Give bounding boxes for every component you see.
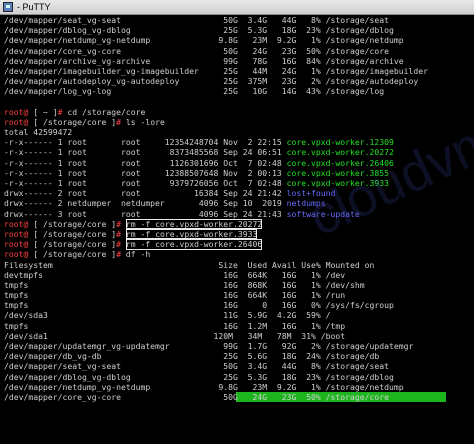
- ls-row: -r-x------ 1 root root 8373485568 Sep 24…: [0, 147, 474, 157]
- prompt-user: root@: [4, 218, 29, 229]
- prompt-hash: #: [57, 106, 68, 117]
- df-row: /dev/mapper/core_vg-core 50G 24G 23G 50%…: [4, 45, 389, 56]
- ls-dirname: software-update: [286, 208, 360, 219]
- prompt-path: [ /storage/core ]: [28, 239, 117, 250]
- df-row: /dev/mapper/imagebuilder_vg-imagebuilder…: [4, 65, 428, 76]
- prompt-path: [ /storage/core ]: [28, 228, 117, 239]
- df-output-top: /dev/mapper/seat_vg-seat 50G 3.4G 44G 8%…: [0, 15, 474, 97]
- prompt-user: root@: [4, 249, 29, 260]
- df-output-bottom: devtmpfs 16G 664K 16G 1% /dev tmpfs 16G …: [0, 269, 474, 403]
- ls-row: -r-x------ 1 root root 12388507648 Nov 2…: [0, 168, 474, 178]
- ls-filename: core.vpxd-worker.3933: [286, 178, 389, 188]
- df-row: /dev/mapper/updatemgr_vg-updatemgr 99G 1…: [4, 341, 414, 351]
- prompt-rm: root@ [ /storage/core ]# rm -f core.vpxd…: [0, 228, 474, 239]
- df-row: tmpfs 16G 0 16G 0% /sys/fs/cgroup: [4, 300, 394, 311]
- ls-filename: core.vpxd-worker.26406: [286, 157, 394, 168]
- df-row: /dev/mapper/netdump_vg-netdump 9.8G 23M …: [4, 35, 404, 46]
- window-titlebar[interactable]: - PuTTY: [0, 0, 474, 15]
- ls-row: drwx------ 2 root root 16384 Sep 24 21:4…: [0, 188, 474, 198]
- ls-row: -r-x------ 1 root root 12354248704 Nov 2…: [0, 137, 474, 147]
- df-row: tmpfs 16G 1.2M 16G 1% /tmp: [4, 320, 346, 331]
- df-row: /dev/mapper/dblog_vg-dblog 25G 5.3G 18G …: [4, 371, 394, 382]
- ls-row: -r-x------ 1 root root 1126301696 Oct 7 …: [0, 158, 474, 168]
- prompt-hash: #: [116, 249, 126, 260]
- df-row: tmpfs 16G 868K 16G 1% /dev/shm: [4, 279, 365, 290]
- df-row: /dev/mapper/log_vg-log 25G 10G 14G 43% /…: [4, 86, 385, 97]
- ls-filename: core.vpxd-worker.3855: [286, 167, 389, 178]
- ls-meta: -r-x------ 1 root root 1126301696 Oct 7 …: [4, 157, 287, 168]
- df-row: /dev/mapper/db_vg-db 25G 5.6G 18G 24% /s…: [4, 351, 380, 362]
- ls-listing: -r-x------ 1 root root 12354248704 Nov 2…: [0, 137, 474, 219]
- ls-meta: drwx------ 2 netdumper netdumper 4096 Se…: [4, 198, 287, 209]
- df-row: devtmpfs 16G 664K 16G 1% /dev: [4, 269, 346, 280]
- terminal-area[interactable]: cloudvmkb /dev/mapper/seat_vg-seat 50G 3…: [0, 15, 474, 444]
- ls-meta: drwx------ 2 root root 16384 Sep 24 21:4…: [4, 188, 287, 199]
- ls-meta: -r-x------ 1 root root 8373485568 Sep 24…: [4, 147, 287, 158]
- putty-app-icon: [3, 2, 13, 12]
- ls-meta: -r-x------ 1 root root 12388507648 Nov 2…: [4, 167, 287, 178]
- prompt-cd: root@ [ ~ ]# cd /storage/core: [0, 107, 474, 117]
- df-row: /dev/sda3 11G 5.9G 4.2G 59% /: [4, 310, 331, 321]
- df-row-core-highlighted: /dev/mapper/core_vg-core 50G 24G 23G 50%…: [0, 391, 474, 403]
- prompt-path: [ ~ ]: [28, 106, 58, 117]
- prompt-path: [ /storage/core ]: [28, 116, 117, 127]
- df-row: /dev/mapper/netdump_vg-netdump 9.8G 23M …: [4, 381, 404, 392]
- prompt-df: root@ [ /storage/core ]# df -h: [0, 249, 474, 259]
- window-title: - PuTTY: [17, 2, 51, 12]
- prompt-hash: #: [116, 116, 126, 127]
- prompt-hash: #: [116, 228, 126, 239]
- prompt-user: root@: [4, 239, 29, 250]
- prompt-hash: #: [116, 239, 126, 250]
- command-text: ls -lore: [125, 116, 165, 127]
- command-text: rm -f core.vpxd-worker.3933: [125, 228, 258, 239]
- ls-meta: -r-x------ 1 root root 12354248704 Nov 2…: [4, 137, 287, 148]
- ls-row: drwx------ 3 root root 4096 Sep 24 21:43…: [0, 209, 474, 219]
- df-header: Filesystem Size Used Avail Use% Mounted …: [4, 259, 375, 270]
- command-text: df -h: [125, 249, 151, 260]
- prompt-path: [ /storage/core ]: [28, 249, 117, 260]
- df-row: tmpfs 16G 664K 16G 1% /run: [4, 290, 346, 301]
- df-row: /dev/mapper/autodeploy_vg-autodeploy 25G…: [4, 76, 419, 87]
- prompt-path: [ /storage/core ]: [28, 218, 117, 229]
- ls-dirname: lost+found: [286, 188, 336, 199]
- ls-row: drwx------ 2 netdumper netdumper 4096 Se…: [0, 198, 474, 208]
- prompt-user: root@: [4, 228, 29, 239]
- prompt-ls: root@ [ /storage/core ]# ls -lore: [0, 117, 474, 127]
- ls-total: total 42599472: [4, 127, 73, 138]
- ls-row: -r-x------ 1 root root 9379726056 Oct 7 …: [0, 178, 474, 188]
- command-text: cd /storage/core: [67, 106, 146, 117]
- df-row: /dev/mapper/seat_vg-seat 50G 3.4G 44G 8%…: [4, 361, 389, 372]
- prompt-rm: root@ [ /storage/core ]# rm -f core.vpxd…: [0, 218, 474, 229]
- prompt-hash: #: [116, 218, 126, 229]
- ls-dirname: netdumps: [286, 198, 326, 209]
- ls-meta: -r-x------ 1 root root 9379726056 Oct 7 …: [4, 178, 287, 188]
- prompt-rm: root@ [ /storage/core ]# rm -f core.vpxd…: [0, 239, 474, 251]
- df-row: /dev/mapper/archive_vg-archive 99G 78G 1…: [4, 55, 404, 66]
- ls-meta: drwx------ 3 root root 4096 Sep 24 21:43: [4, 208, 287, 219]
- prompt-user: root@: [4, 106, 29, 117]
- df-row: /dev/mapper/seat_vg-seat 50G 3.4G 44G 8%…: [4, 15, 389, 25]
- ls-filename: core.vpxd-worker.20272: [286, 147, 394, 158]
- command-text: rm -f core.vpxd-worker.20272: [125, 218, 263, 229]
- df-row: /dev/mapper/dblog_vg-dblog 25G 5.3G 18G …: [4, 25, 394, 36]
- df-row: /dev/sda1 120M 34M 78M 31% /boot: [4, 330, 346, 341]
- ls-filename: core.vpxd-worker.12309: [286, 137, 394, 148]
- prompt-user: root@: [4, 116, 29, 127]
